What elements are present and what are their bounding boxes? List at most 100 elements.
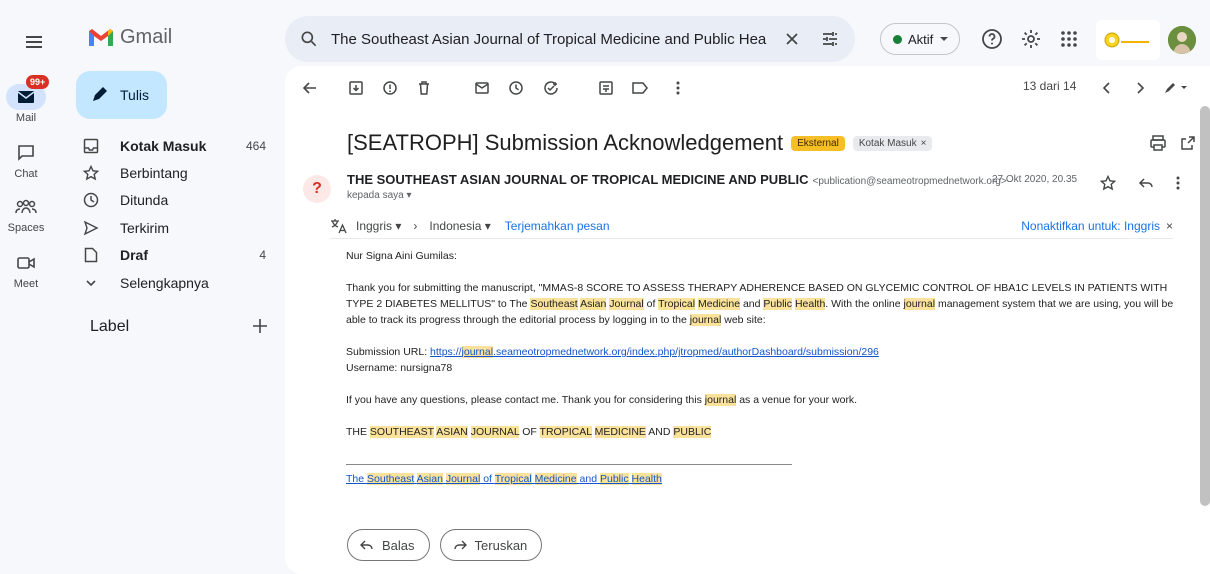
nav-count-inbox: 464	[245, 139, 266, 153]
spaces-rail-icon-wrap	[6, 194, 46, 220]
translate-to[interactable]: Indonesia ▾	[429, 219, 490, 233]
highlight: journal	[903, 298, 936, 310]
older-button[interactable]	[1129, 77, 1151, 99]
translate-from[interactable]: Inggris ▾	[356, 219, 401, 233]
pencil-icon	[93, 87, 107, 101]
help-icon	[982, 29, 1002, 49]
email-body: Nur Signa Aini Gumilas: Thank you for su…	[346, 248, 1176, 487]
nav-item-sent[interactable]: Terkirim	[76, 215, 276, 241]
settings-button[interactable]	[1017, 25, 1045, 53]
star-icon-wrap	[76, 165, 106, 181]
sender-info[interactable]: THE SOUTHEAST ASIAN JOURNAL OF TROPICAL …	[347, 172, 1007, 187]
star-button[interactable]	[1097, 172, 1119, 194]
translate-from-label: Inggris	[356, 219, 393, 233]
nav-label-starred: Berbintang	[120, 165, 188, 181]
rail-label-chat: Chat	[14, 168, 38, 180]
highlight: journal	[704, 394, 737, 406]
trash-icon	[419, 81, 429, 95]
highlight: PUBLIC	[673, 426, 712, 438]
compose-button[interactable]: Tulis	[76, 71, 167, 119]
reply-icon-button[interactable]	[1135, 172, 1157, 194]
highlight: MEDICINE	[594, 426, 646, 438]
sig-text: AND	[645, 426, 674, 438]
nav-item-more[interactable]: Selengkapnya	[76, 270, 276, 296]
search-bar[interactable]	[285, 16, 855, 62]
search-input[interactable]	[331, 30, 767, 48]
url-part: https://	[430, 346, 462, 358]
forward-button[interactable]: Teruskan	[439, 529, 543, 561]
signature-name: THE SOUTHEAST ASIAN JOURNAL OF TROPICAL …	[346, 424, 1176, 440]
inbox-chip[interactable]: Kotak Masuk ×	[852, 135, 933, 151]
report-spam-button[interactable]	[379, 77, 401, 99]
clear-search-button[interactable]	[779, 26, 805, 52]
email-date: 27 Okt 2020, 20.35	[992, 174, 1078, 185]
move-to-icon	[599, 81, 613, 95]
nav-item-starred[interactable]: Berbintang	[76, 160, 276, 186]
highlight: Health	[794, 298, 826, 310]
mark-unread-button[interactable]	[471, 77, 493, 99]
greeting: Nur Signa Aini Gumilas:	[346, 250, 457, 262]
sender-email: <publication@seameotropmednetwork.org>	[812, 176, 1007, 187]
apps-button[interactable]	[1055, 25, 1083, 53]
account-avatar[interactable]	[1168, 26, 1196, 54]
move-to-button[interactable]	[595, 77, 617, 99]
report-icon	[383, 81, 397, 95]
avatar-icon	[1168, 26, 1196, 54]
gmail-logo[interactable]: Gmail	[88, 26, 172, 49]
rail-chat[interactable]: Chat	[0, 140, 52, 180]
translate-message-link[interactable]: Terjemahkan pesan	[505, 219, 610, 233]
help-button[interactable]	[978, 25, 1006, 53]
sender-avatar[interactable]: ?	[303, 175, 331, 203]
archive-button[interactable]	[345, 77, 367, 99]
scrollbar[interactable]	[1200, 106, 1210, 506]
search-options-button[interactable]	[817, 26, 843, 52]
search-icon[interactable]	[299, 29, 319, 49]
rail-spaces[interactable]: Spaces	[0, 194, 52, 234]
open-new-window-button[interactable]	[1177, 132, 1199, 154]
journal-footer-link[interactable]: The Southeast Asian Journal of Tropical …	[346, 473, 662, 485]
labels-heading: Label	[90, 318, 130, 335]
message-more-button[interactable]	[1167, 172, 1189, 194]
highlight: Asian	[416, 473, 443, 485]
rail-label-mail: Mail	[15, 112, 37, 124]
submission-url-link[interactable]: https://journal.seameotropmednetwork.org…	[430, 346, 879, 358]
subject-row: [SEATROPH] Submission Acknowledgement Ek…	[347, 130, 933, 156]
translate-close-button[interactable]: ×	[1166, 219, 1173, 233]
print-button[interactable]	[1147, 132, 1169, 154]
nav-item-inbox[interactable]: Kotak Masuk 464	[76, 133, 276, 159]
nav-label-inbox: Kotak Masuk	[120, 138, 207, 154]
sender-name: THE SOUTHEAST ASIAN JOURNAL OF TROPICAL …	[347, 172, 809, 187]
translate-divider	[330, 238, 1173, 239]
inbox-chip-close[interactable]: ×	[921, 138, 927, 149]
highlight: Public	[599, 473, 629, 485]
status-dropdown[interactable]: Aktif	[880, 23, 961, 55]
nav-item-drafts[interactable]: Draf 4	[76, 242, 276, 268]
footer-text: of	[480, 473, 495, 485]
snooze-button[interactable]	[505, 77, 527, 99]
label-button[interactable]	[629, 77, 651, 99]
add-label-button[interactable]	[250, 316, 270, 336]
delete-button[interactable]	[413, 77, 435, 99]
rail-meet[interactable]: Meet	[0, 250, 52, 290]
newer-button[interactable]	[1096, 77, 1118, 99]
more-options-button[interactable]	[667, 77, 689, 99]
nav-label-sent: Terkirim	[120, 220, 169, 236]
translate-to-label: Indonesia	[429, 219, 482, 233]
add-task-button[interactable]	[540, 77, 562, 99]
main-menu-button[interactable]	[22, 30, 46, 54]
inbox-icon	[83, 138, 99, 154]
apps-grid-icon	[1061, 31, 1077, 47]
recipient-details[interactable]: kepada saya ▾	[347, 190, 412, 201]
organization-logo[interactable]	[1096, 20, 1160, 60]
reply-button[interactable]: Balas	[347, 529, 430, 561]
email-subject: [SEATROPH] Submission Acknowledgement	[347, 130, 784, 155]
rail-label-meet: Meet	[13, 278, 39, 290]
hamburger-icon	[26, 36, 42, 48]
back-button[interactable]	[299, 77, 321, 99]
nav-item-snoozed[interactable]: Ditunda	[76, 187, 276, 213]
reply-label: Balas	[382, 537, 415, 553]
input-tools-button[interactable]	[1161, 77, 1191, 99]
disable-translate-link[interactable]: Nonaktifkan untuk: Inggris	[1021, 219, 1160, 233]
chevron-down-icon	[940, 37, 949, 41]
rail-mail[interactable]: 99+ Mail	[0, 75, 52, 124]
